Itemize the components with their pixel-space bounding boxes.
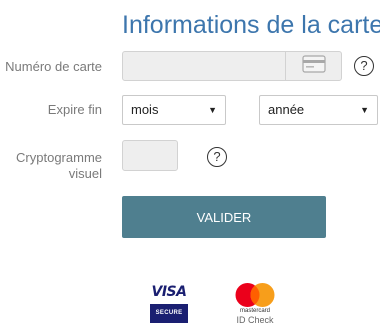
credit-card-icon (302, 54, 326, 78)
form-title: Informations de la carte (122, 11, 380, 39)
card-number-label: Numéro de carte (5, 59, 102, 74)
card-number-input[interactable] (123, 52, 299, 80)
cvv-label-line2: visuel (68, 166, 102, 181)
card-addon (285, 52, 342, 80)
cvv-label-line1: Cryptogramme (16, 150, 102, 165)
expiry-year-value: année (268, 102, 305, 117)
visa-wordmark: VISA (151, 284, 187, 300)
id-check-tagline: ID Check (236, 315, 274, 325)
card-number-field (122, 51, 342, 81)
mastercard-id-check-logo: mastercard ID Check (230, 282, 280, 325)
expiry-month-select[interactable]: mois ▼ (122, 95, 226, 125)
submit-button[interactable]: VALIDER (122, 196, 326, 238)
card-number-help-icon[interactable]: ? (354, 56, 374, 76)
cvv-help-icon[interactable]: ? (207, 147, 227, 167)
chevron-down-icon: ▼ (208, 105, 217, 115)
expiry-label: Expire fin (47, 102, 102, 117)
mastercard-wordmark: mastercard (239, 308, 270, 314)
mastercard-circles-icon (235, 283, 275, 307)
visa-secure-tagline: SECURE (150, 304, 188, 323)
cvv-input[interactable] (122, 140, 178, 171)
expiry-year-select[interactable]: année ▼ (259, 95, 378, 125)
visa-secure-logo: VISA SECURE (150, 283, 188, 323)
chevron-down-icon: ▼ (360, 105, 369, 115)
expiry-month-value: mois (131, 102, 159, 117)
